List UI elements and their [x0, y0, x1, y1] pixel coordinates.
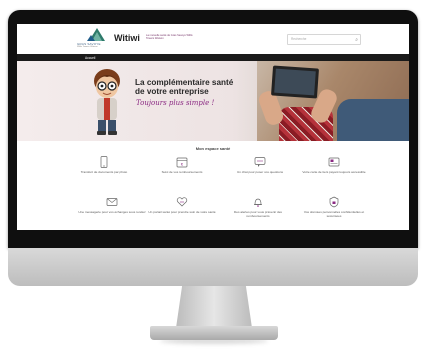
feature-privacy[interactable]: Vos données personnelles confidentielles… — [299, 196, 369, 218]
feature-label: Un portail santé pour prendre soin de vo… — [148, 210, 216, 214]
svg-text:€: € — [181, 162, 184, 167]
feature-photo-upload[interactable]: Transfert de documents par photo — [69, 156, 139, 174]
mail-icon — [106, 198, 118, 206]
lock-icon — [329, 196, 339, 208]
feature-label: Votre carte de tiers payant toujours acc… — [302, 170, 366, 174]
heart-icon — [176, 197, 188, 207]
feature-chat[interactable]: Un chat pour poser vos questions — [225, 156, 295, 174]
feature-label: Transfert de documents par photo — [80, 170, 128, 174]
feature-health-portal[interactable]: Un portail santé pour prendre soin de vo… — [147, 196, 217, 214]
monitor-chin — [8, 248, 418, 286]
hero-tagline: Toujours plus simple ! — [136, 99, 215, 107]
hero-title: La complémentaire santé de votre entrepri… — [135, 78, 234, 96]
feature-alerts[interactable]: Des alertes pour vous prévenir des rembo… — [223, 196, 293, 218]
brand-description: La mutuelle santé de Gras Savoye Willis … — [146, 34, 193, 41]
feature-label: Suivi de vos remboursements — [161, 170, 203, 174]
phone-icon — [100, 156, 108, 168]
feature-label: Des alertes pour vous prévenir des rembo… — [234, 210, 282, 218]
feature-label: Vos données personnelles confidentielles… — [303, 210, 365, 218]
mascot-illustration — [87, 67, 127, 137]
feature-label: Un chat pour poser vos questions — [236, 170, 284, 174]
feature-messaging[interactable]: Une messagerie pour vos échanges sous re… — [77, 196, 147, 214]
search-input[interactable]: Recherche ⌕ — [287, 34, 361, 45]
brand-name[interactable]: Witiwi — [114, 33, 140, 43]
feature-reimbursements[interactable]: € Suivi de vos remboursements — [147, 156, 217, 174]
feature-label: Une messagerie pour vos échanges sous re… — [78, 210, 146, 214]
feature-card[interactable]: Votre carte de tiers payant toujours acc… — [299, 156, 369, 174]
hero-banner: La complémentaire santé de votre entrepri… — [17, 61, 409, 141]
tablet-image — [271, 65, 319, 99]
photo-jeans — [337, 99, 409, 141]
search-placeholder: Recherche — [291, 37, 307, 41]
imac-mockup: GRAS SAVOYE Willis Towers Watson Witiwi … — [0, 0, 428, 350]
nav-bar: Accueil — [17, 54, 409, 61]
nav-item-accueil[interactable]: Accueil — [85, 56, 95, 60]
monitor-stand — [176, 286, 252, 328]
calendar-euro-icon: € — [176, 157, 188, 168]
bell-icon — [254, 198, 262, 207]
monitor-screen: GRAS SAVOYE Willis Towers Watson Witiwi … — [17, 24, 409, 230]
chat-icon — [254, 157, 266, 167]
section-title: Mon espace santé — [195, 146, 231, 151]
site-header: GRAS SAVOYE Willis Towers Watson Witiwi … — [17, 24, 409, 54]
card-icon — [328, 157, 340, 167]
monitor-stand-base — [150, 326, 278, 340]
search-icon[interactable]: ⌕ — [355, 37, 358, 43]
logo-subtext: Willis Towers Watson — [77, 46, 98, 48]
